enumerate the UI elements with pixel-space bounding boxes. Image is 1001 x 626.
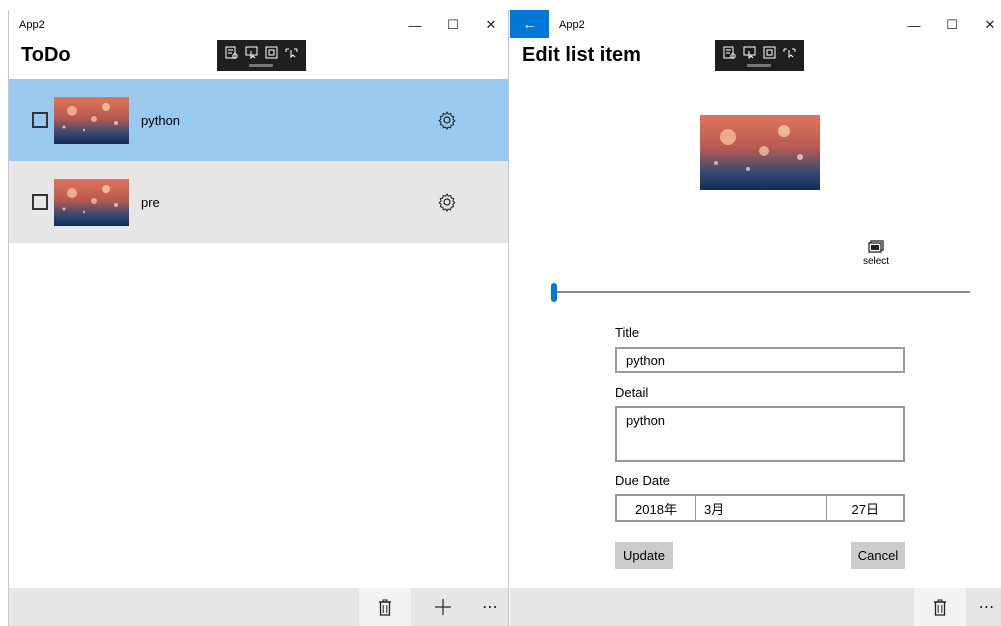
select-element-icon[interactable] (244, 46, 259, 59)
todo-window: App2 — ☐ ✕ ToDo python pre ⋯ (8, 10, 509, 626)
title-bar[interactable]: ← App2 — ☐ ✕ (510, 10, 1001, 42)
month-selector[interactable]: 3月 (696, 496, 827, 520)
minimize-button[interactable]: — (396, 10, 434, 40)
track-focus-icon[interactable] (284, 46, 299, 59)
page-title: ToDo (21, 44, 71, 66)
due-date-label: Due Date (615, 473, 670, 488)
item-thumbnail (54, 96, 129, 144)
select-icon (868, 240, 884, 253)
delete-button[interactable] (359, 588, 411, 626)
minimize-button[interactable]: — (895, 10, 933, 40)
detail-input[interactable]: python (615, 406, 905, 462)
item-checkbox[interactable] (32, 112, 48, 128)
display-layout-icon[interactable] (264, 46, 279, 59)
gear-icon[interactable] (437, 192, 457, 212)
bottom-app-bar: ⋯ (510, 588, 1001, 626)
close-button[interactable]: ✕ (971, 10, 1001, 40)
track-focus-icon[interactable] (782, 46, 797, 59)
close-button[interactable]: ✕ (472, 10, 510, 40)
more-button[interactable]: ⋯ (471, 588, 509, 626)
toolbar-grip[interactable] (747, 64, 771, 67)
slider-track[interactable] (553, 291, 970, 293)
list-item[interactable]: python (9, 79, 508, 161)
item-title: pre (141, 194, 160, 210)
edit-item-window: ← App2 — ☐ ✕ Edit list item select Title… (510, 10, 1001, 626)
display-layout-icon[interactable] (762, 46, 777, 59)
title-bar[interactable]: App2 — ☐ ✕ (9, 10, 508, 42)
item-title: python (141, 112, 181, 128)
app-title: App2 (559, 19, 585, 31)
live-tree-icon[interactable] (224, 46, 239, 59)
update-button[interactable]: Update (615, 542, 673, 569)
list-item[interactable]: pre (9, 161, 508, 243)
live-tree-icon[interactable] (722, 46, 737, 59)
item-image (700, 115, 820, 190)
add-button[interactable] (419, 588, 467, 626)
title-input[interactable]: python (615, 347, 905, 373)
due-date-picker[interactable]: 2018年 3月 27日 (615, 494, 905, 522)
xaml-debug-toolbar (217, 40, 306, 71)
select-image-button[interactable]: select (855, 240, 897, 274)
gear-icon[interactable] (437, 110, 457, 130)
item-checkbox[interactable] (32, 194, 48, 210)
maximize-button[interactable]: ☐ (434, 10, 472, 40)
slider-thumb[interactable] (551, 283, 557, 302)
maximize-button[interactable]: ☐ (933, 10, 971, 40)
cancel-button[interactable]: Cancel (851, 542, 905, 569)
select-element-icon[interactable] (742, 46, 757, 59)
trash-icon (934, 599, 946, 616)
detail-label: Detail (615, 385, 649, 400)
title-label: Title (615, 325, 640, 340)
more-button[interactable]: ⋯ (972, 588, 1001, 626)
app-title: App2 (19, 19, 45, 31)
select-label: select (862, 256, 890, 267)
year-selector[interactable]: 2018年 (617, 496, 696, 520)
bottom-app-bar: ⋯ (9, 588, 508, 626)
day-selector[interactable]: 27日 (827, 496, 903, 520)
xaml-debug-toolbar (715, 40, 804, 71)
back-button[interactable]: ← (510, 10, 549, 38)
trash-icon (379, 599, 391, 616)
delete-button[interactable] (914, 588, 966, 626)
item-thumbnail (54, 178, 129, 226)
plus-icon (435, 599, 451, 615)
toolbar-grip[interactable] (249, 64, 273, 67)
page-title: Edit list item (522, 44, 641, 66)
